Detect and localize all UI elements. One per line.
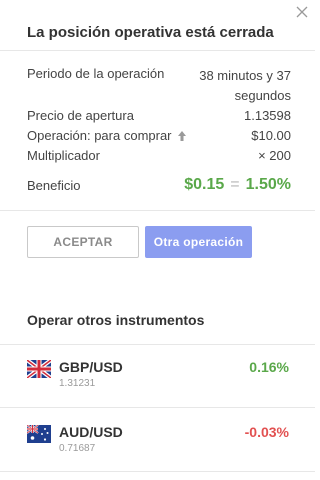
instrument-row-audusd[interactable]: AUD/USD 0.71687 -0.03% bbox=[0, 408, 315, 472]
instruments-divider-bottom bbox=[0, 471, 315, 472]
instrument-change: 0.16% bbox=[249, 359, 289, 375]
operation-value: $10.00 bbox=[251, 128, 291, 143]
instrument-row-gbpusd[interactable]: GBP/USD 1.31231 0.16% bbox=[0, 345, 315, 409]
period-label: Periodo de la operación bbox=[27, 66, 165, 81]
profit-value: $0.15 = 1.50% bbox=[184, 176, 291, 194]
other-operation-button[interactable]: Otra operación bbox=[145, 226, 252, 258]
instrument-name: GBP/USD bbox=[59, 359, 123, 375]
instrument-change: -0.03% bbox=[244, 424, 289, 440]
open-price-value: 1.13598 bbox=[244, 108, 291, 123]
dialog-title: La posición operativa está cerrada bbox=[27, 24, 274, 41]
title-divider bbox=[0, 50, 315, 51]
profit-percent: 1.50% bbox=[245, 176, 291, 193]
period-value: 38 minutos y 37 segundos bbox=[181, 66, 291, 106]
profit-equals: = bbox=[230, 176, 240, 193]
profit-amount: $0.15 bbox=[184, 176, 225, 193]
australia-flag-icon bbox=[27, 425, 51, 443]
close-button[interactable] bbox=[294, 4, 310, 20]
instrument-price: 1.31231 bbox=[59, 378, 96, 389]
profit-label: Beneficio bbox=[27, 178, 81, 193]
arrow-up-icon bbox=[178, 130, 187, 141]
operation-label: Operación: para comprar bbox=[27, 128, 172, 143]
profit-row: Beneficio $0.15 = 1.50% bbox=[27, 176, 291, 198]
operation-row: Operación: para comprar $10.00 bbox=[27, 128, 291, 146]
trade-closed-dialog: La posición operativa está cerrada Perio… bbox=[0, 0, 315, 480]
close-icon bbox=[296, 6, 308, 18]
period-row: Periodo de la operación 38 minutos y 37 … bbox=[27, 66, 291, 106]
operation-label-wrap: Operación: para comprar bbox=[27, 128, 187, 143]
period-value-line1: 38 minutos y 37 bbox=[199, 68, 291, 83]
instrument-price: 0.71687 bbox=[59, 443, 96, 454]
instrument-name: AUD/USD bbox=[59, 424, 123, 440]
multiplier-row: Multiplicador × 200 bbox=[27, 148, 291, 166]
uk-flag-icon bbox=[27, 360, 51, 378]
period-value-line2: segundos bbox=[234, 88, 291, 103]
open-price-row: Precio de apertura 1.13598 bbox=[27, 108, 291, 126]
multiplier-label: Multiplicador bbox=[27, 148, 100, 163]
accept-button[interactable]: ACEPTAR bbox=[27, 226, 139, 258]
details-divider bbox=[0, 210, 315, 211]
multiplier-value: × 200 bbox=[258, 148, 291, 163]
open-price-label: Precio de apertura bbox=[27, 108, 134, 123]
instruments-section-title: Operar otros instrumentos bbox=[27, 312, 205, 328]
